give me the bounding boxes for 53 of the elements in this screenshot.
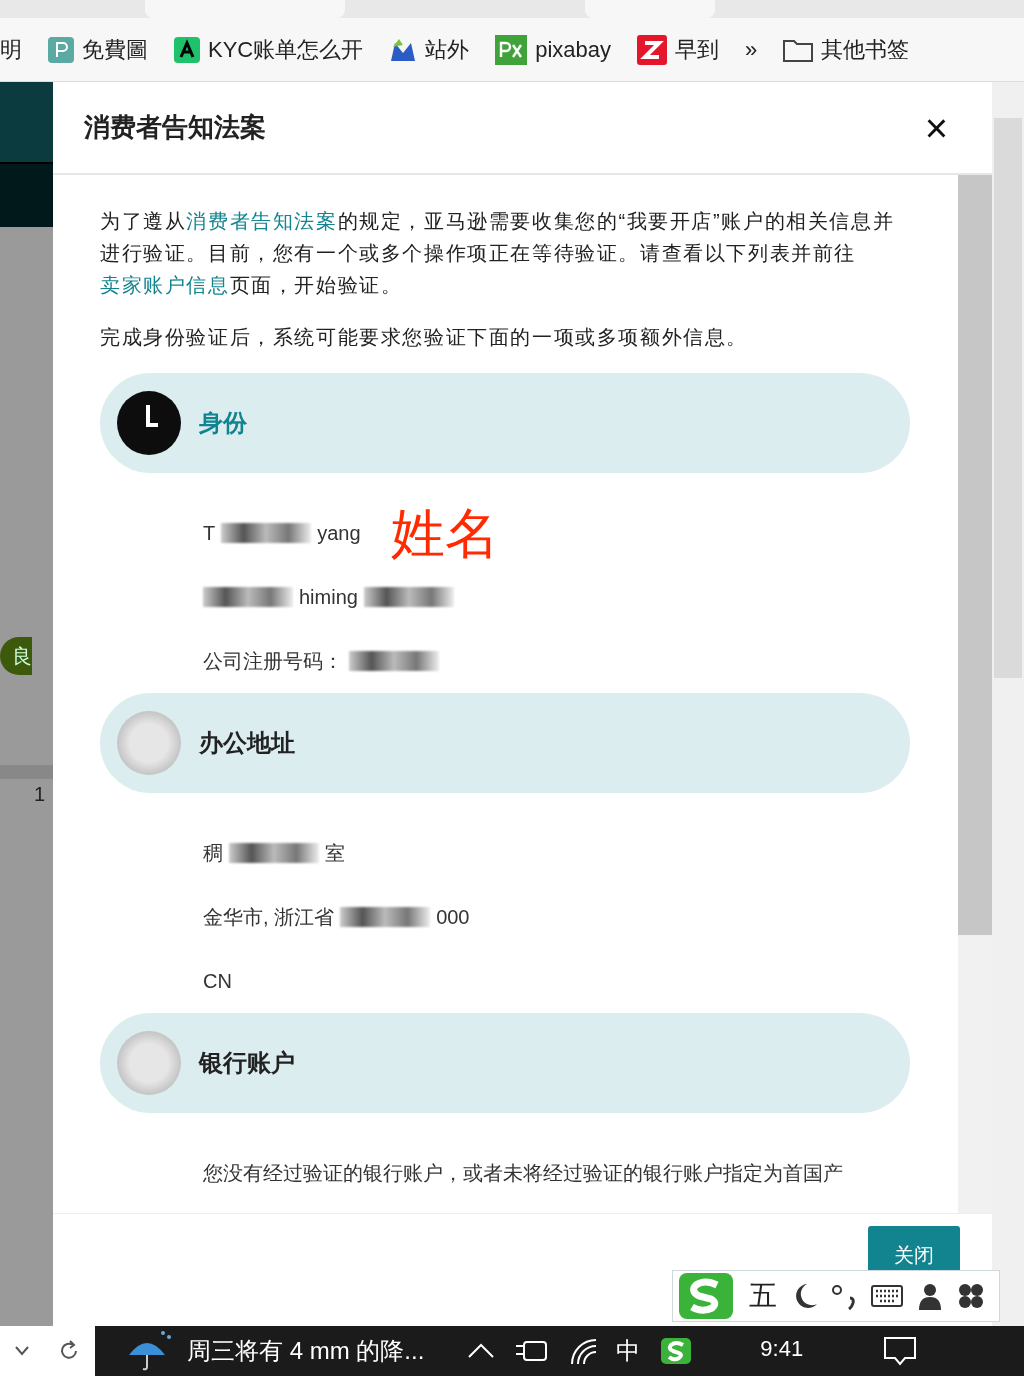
bookmark-link[interactable]: 早到: [675, 33, 720, 66]
more-bookmarks-button[interactable]: »: [745, 33, 758, 66]
chevron-down-icon[interactable]: [14, 1346, 29, 1356]
input-language-text[interactable]: 中: [616, 1333, 641, 1369]
paragraph-text: 完成身份验证后，系统可能要求您验证下面的一项或多项额外信息。: [100, 325, 749, 350]
wifi-icon[interactable]: [568, 1336, 599, 1366]
detail-text: yang: [317, 521, 361, 546]
bookmark-folder[interactable]: 其他书签: [821, 33, 910, 66]
detail-text: 稠: [203, 841, 223, 866]
detail-text: 室: [325, 841, 345, 866]
grid-icon[interactable]: [957, 1282, 985, 1310]
scrollbar[interactable]: [958, 175, 992, 1213]
input-mode-text[interactable]: 五: [749, 1275, 777, 1317]
bookmark-link[interactable]: 免費圖: [82, 33, 148, 66]
bookmark-icon: [174, 36, 200, 63]
table-header-bar: [0, 765, 53, 779]
bookmark-link[interactable]: 明: [0, 33, 22, 66]
chevron-up-icon[interactable]: [468, 1343, 495, 1359]
annotation-text: 姓名: [390, 506, 499, 560]
bookmark-icon: [637, 34, 668, 65]
bookmark-icon: [495, 34, 528, 65]
dialog-title: 消费者告知法案: [84, 111, 266, 144]
clock-icon: [117, 391, 181, 455]
detail-text: 金华市, 浙江省: [203, 905, 335, 930]
logo-icon[interactable]: [660, 1336, 693, 1366]
paragraph-text: 为了遵从消费者告知法案的规定，亚马逊需要收集您的“我要开店”账户的相关信息并进行验证。目前，您有一个或多个操作项正在等待验证。请查看以下列表并前往 卖家账户信息页面，开始验证。: [100, 209, 896, 298]
section-title: 办公地址: [199, 728, 295, 758]
section-title: 银行账户: [199, 1048, 295, 1078]
folder-icon: [783, 37, 814, 62]
text-link[interactable]: 卖家账户信息: [100, 274, 230, 296]
punctuation-icon[interactable]: [831, 1282, 857, 1310]
bookmark-link[interactable]: 站外: [425, 33, 470, 66]
detail-text: T: [203, 521, 216, 546]
scrollbar[interactable]: [992, 82, 1024, 1326]
keyboard-icon[interactable]: [871, 1284, 903, 1308]
notification-icon[interactable]: [883, 1336, 918, 1366]
page-number-text: 1: [33, 782, 47, 807]
text-link[interactable]: 消费者告知法案: [186, 210, 338, 232]
bookmark-link[interactable]: pixabay: [535, 33, 612, 66]
clock-text[interactable]: 9:41: [760, 1326, 804, 1365]
detail-text: CN: [203, 969, 232, 994]
detail-text: 公司注册号码：: [203, 649, 343, 674]
section-title: 身份: [199, 408, 247, 438]
detail-text: 000: [436, 905, 470, 930]
status-badge: 良: [0, 637, 32, 675]
user-icon[interactable]: [917, 1282, 943, 1310]
weather-text[interactable]: 周三将有 4 mm 的降...: [187, 1333, 425, 1369]
bookmark-link[interactable]: KYC账单怎么开: [208, 33, 364, 66]
detail-text: 您没有经过验证的银行账户，或者未将经过验证的银行账户指定为首国产: [203, 1161, 843, 1186]
detail-text: himing: [299, 585, 358, 610]
bookmark-icon: [48, 36, 74, 63]
status-circle-icon: [117, 1031, 181, 1095]
status-circle-icon: [117, 711, 181, 775]
